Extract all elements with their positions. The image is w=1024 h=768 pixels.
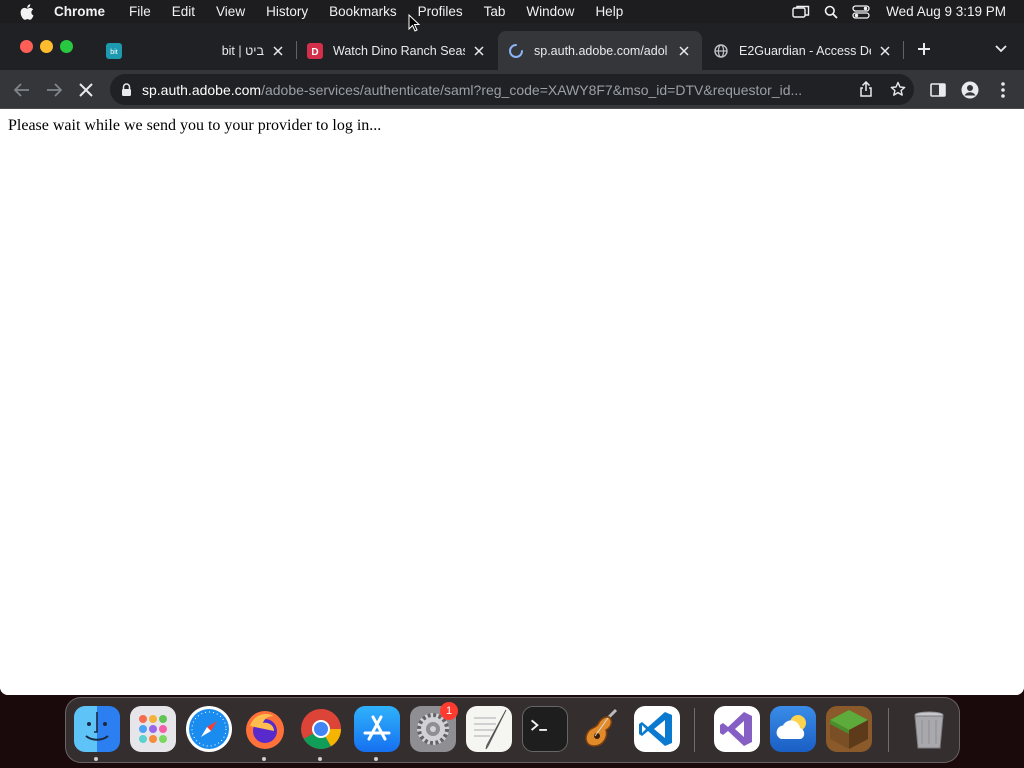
- address-url[interactable]: sp.auth.adobe.com/adobe-services/authent…: [142, 82, 838, 98]
- chrome-menu-button[interactable]: [992, 79, 1014, 101]
- profile-avatar-button[interactable]: [959, 79, 981, 101]
- menu-bar: Chrome File Edit View History Bookmarks …: [0, 0, 1024, 23]
- bit-favicon-icon: bit: [106, 42, 122, 59]
- tab-title: sp.auth.adobe.com/adol: [534, 43, 668, 58]
- forward-button[interactable]: [43, 79, 65, 101]
- close-window-button[interactable]: [20, 40, 33, 53]
- control-center-icon[interactable]: [852, 4, 870, 19]
- tab-separator: [903, 41, 904, 59]
- menu-window[interactable]: Window: [526, 4, 574, 19]
- tab-title: Watch Dino Ranch Seas: [333, 43, 465, 58]
- menu-profiles[interactable]: Profiles: [418, 4, 463, 19]
- finder-icon[interactable]: [74, 706, 120, 752]
- running-indicator: [94, 757, 98, 761]
- globe-icon: [713, 43, 729, 59]
- menu-history[interactable]: History: [266, 4, 308, 19]
- mouse-pointer-icon: [408, 13, 421, 32]
- zoom-window-button[interactable]: [60, 40, 73, 53]
- dock: 1: [65, 697, 960, 763]
- url-path: /adobe-services/authenticate/saml?reg_co…: [261, 81, 803, 98]
- tab-adobe-auth[interactable]: sp.auth.adobe.com/adol: [498, 31, 702, 70]
- running-indicator: [318, 757, 322, 761]
- stop-loading-button[interactable]: [75, 79, 97, 101]
- menu-view[interactable]: View: [216, 4, 245, 19]
- share-icon[interactable]: [858, 81, 874, 97]
- svg-text:D: D: [311, 47, 318, 58]
- dock-divider: [888, 708, 889, 752]
- notification-badge: 1: [440, 702, 458, 720]
- disney-plus-favicon-icon: D: [307, 42, 323, 59]
- app-store-icon[interactable]: [354, 706, 400, 752]
- side-panel-button[interactable]: [927, 79, 949, 101]
- menu-file[interactable]: File: [129, 4, 151, 19]
- visual-studio-code-icon[interactable]: [634, 706, 680, 752]
- bookmark-star-icon[interactable]: [890, 81, 906, 97]
- apple-menu-icon[interactable]: [0, 0, 54, 23]
- tab-title: E2Guardian - Access De: [739, 43, 871, 58]
- new-tab-button[interactable]: [914, 39, 934, 59]
- minecraft-icon[interactable]: [826, 706, 872, 752]
- menu-bookmarks[interactable]: Bookmarks: [329, 4, 397, 19]
- terminal-icon[interactable]: [522, 706, 568, 752]
- safari-icon[interactable]: [186, 706, 232, 752]
- tab-e2guardian[interactable]: E2Guardian - Access De: [703, 31, 904, 70]
- tab-close-icon[interactable]: [471, 43, 487, 59]
- menu-help[interactable]: Help: [595, 4, 623, 19]
- redirect-message: Please wait while we send you to your pr…: [8, 117, 382, 134]
- lock-icon[interactable]: [121, 83, 135, 96]
- menu-app-name[interactable]: Chrome: [54, 4, 105, 19]
- trash-icon[interactable]: [906, 706, 952, 752]
- minimize-window-button[interactable]: [40, 40, 53, 53]
- visual-studio-icon[interactable]: [714, 706, 760, 752]
- tab-search-chevron-icon[interactable]: [992, 41, 1010, 57]
- launchpad-icon[interactable]: [130, 706, 176, 752]
- tab-title: bit | ביט: [221, 43, 264, 58]
- menu-tab[interactable]: Tab: [484, 4, 506, 19]
- page-content: Please wait while we send you to your pr…: [0, 109, 1024, 695]
- spotlight-search-icon[interactable]: [824, 5, 838, 19]
- textedit-icon[interactable]: [466, 706, 512, 752]
- dock-divider: [694, 708, 695, 752]
- menu-edit[interactable]: Edit: [172, 4, 195, 19]
- back-button[interactable]: [11, 79, 33, 101]
- google-chrome-icon[interactable]: [298, 706, 344, 752]
- chrome-window: bit bit | ביט D Watch Dino Ranch Seas sp…: [0, 23, 1024, 695]
- running-indicator: [262, 757, 266, 761]
- url-host: sp.auth.adobe.com: [142, 81, 262, 98]
- tab-close-icon[interactable]: [676, 43, 692, 59]
- weather-icon[interactable]: [770, 706, 816, 752]
- browser-toolbar: sp.auth.adobe.com/adobe-services/authent…: [0, 70, 1024, 109]
- address-bar[interactable]: sp.auth.adobe.com/adobe-services/authent…: [110, 74, 914, 105]
- tab-bit[interactable]: bit bit | ביט: [96, 31, 297, 70]
- loading-spinner-icon: [508, 43, 524, 59]
- menu-bar-clock[interactable]: Wed Aug 9 3:19 PM: [886, 4, 1006, 19]
- firefox-icon[interactable]: [242, 706, 288, 752]
- tab-close-icon[interactable]: [270, 43, 286, 59]
- running-indicator: [374, 757, 378, 761]
- screen-mirroring-icon[interactable]: [792, 5, 810, 19]
- garageband-icon[interactable]: [578, 706, 624, 752]
- tab-strip: bit bit | ביט D Watch Dino Ranch Seas sp…: [0, 23, 1024, 70]
- tab-close-icon[interactable]: [877, 43, 893, 59]
- tab-dino-ranch[interactable]: D Watch Dino Ranch Seas: [297, 31, 497, 70]
- svg-text:bit: bit: [110, 49, 117, 56]
